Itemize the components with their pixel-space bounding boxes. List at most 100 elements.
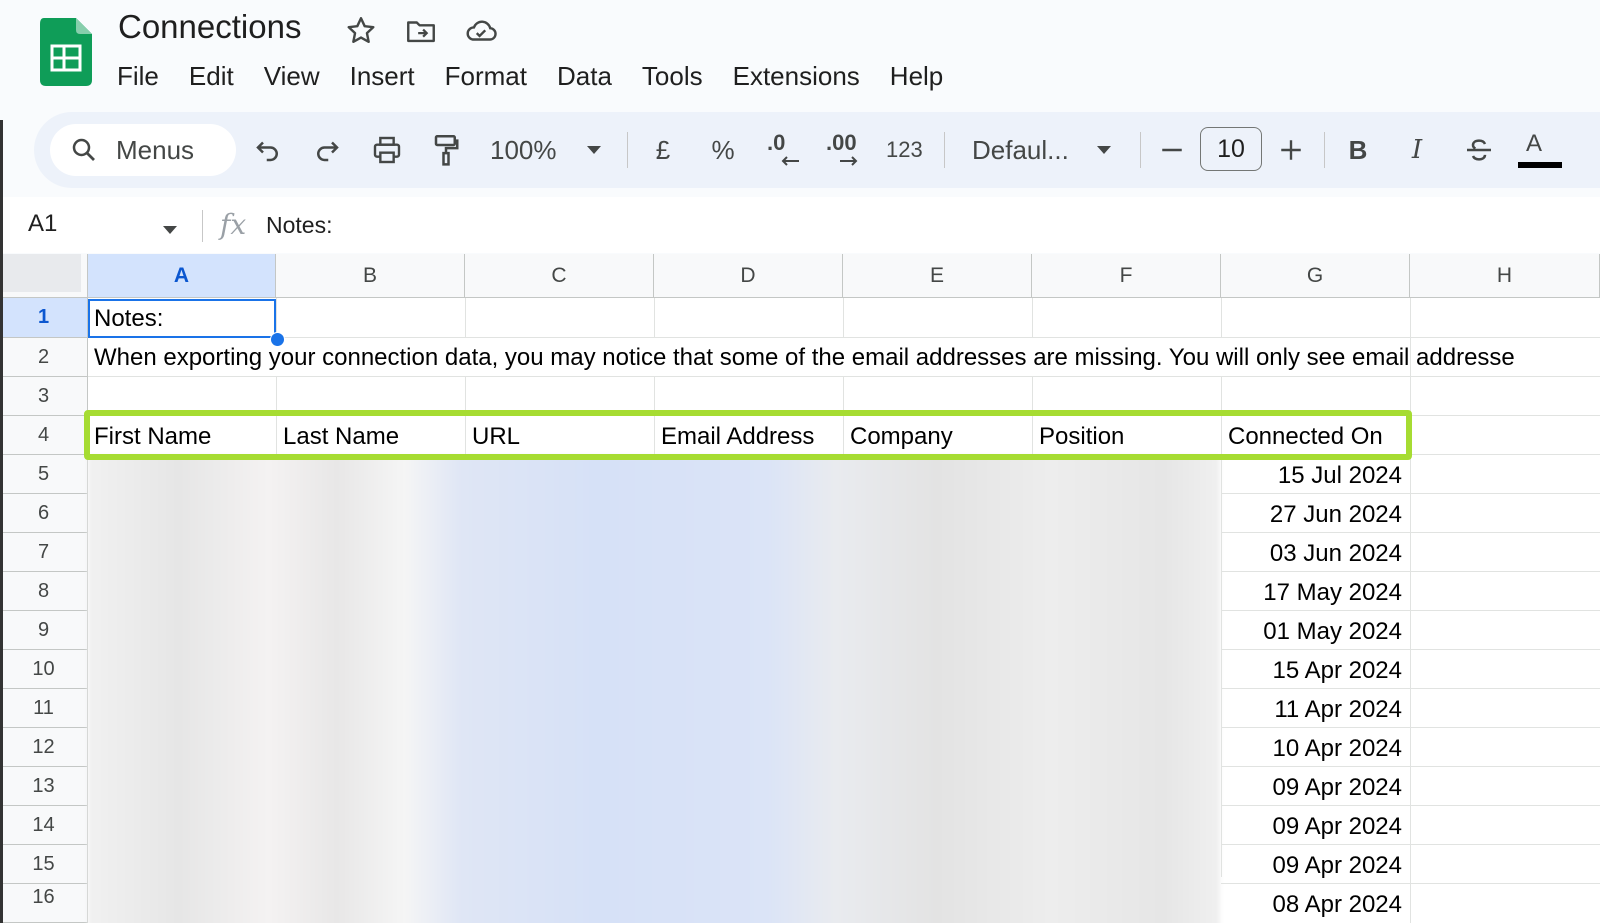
undo-icon[interactable] <box>250 132 286 168</box>
fx-icon: fx <box>220 208 247 241</box>
minus-icon[interactable] <box>1156 134 1188 166</box>
menus-search[interactable]: Menus <box>50 124 236 176</box>
document-title[interactable]: Connections <box>118 8 301 46</box>
font-dropdown-icon[interactable] <box>1094 140 1114 160</box>
header-row-highlight <box>84 410 1412 460</box>
sheets-logo[interactable] <box>40 18 92 86</box>
font-size-input[interactable]: 10 <box>1200 127 1262 171</box>
row-header-8[interactable]: 8 <box>0 572 88 611</box>
toolbar-separator <box>1140 132 1141 168</box>
cloud-saved-icon[interactable] <box>462 14 497 48</box>
menu-help[interactable]: Help <box>875 57 958 96</box>
increase-decimal-button[interactable]: .00 <box>824 128 864 172</box>
column-header-a[interactable]: A <box>88 254 276 298</box>
connected-on-cell[interactable]: 15 Apr 2024 <box>1222 651 1402 690</box>
connected-on-cell[interactable]: 17 May 2024 <box>1222 573 1402 612</box>
zoom-select[interactable]: 100% <box>490 130 557 170</box>
menu-insert[interactable]: Insert <box>335 57 430 96</box>
blurred-connection-data <box>88 456 1220 923</box>
column-header-e[interactable]: E <box>843 254 1032 298</box>
more-formats-button[interactable]: 123 <box>886 130 923 170</box>
formula-input[interactable]: Notes: <box>266 212 332 239</box>
text-color-button[interactable]: A <box>1516 126 1562 172</box>
row-header-6[interactable]: 6 <box>0 494 88 533</box>
arrow-right-icon <box>840 156 858 166</box>
row-header-9[interactable]: 9 <box>0 611 88 650</box>
font-select[interactable]: Defaul... <box>972 130 1069 170</box>
grid-line <box>654 298 655 338</box>
row-header-4[interactable]: 4 <box>0 416 88 455</box>
row-header-14[interactable]: 14 <box>0 806 88 845</box>
menu-view[interactable]: View <box>249 57 335 96</box>
column-header-g[interactable]: G <box>1221 254 1410 298</box>
grid-line <box>1221 298 1222 338</box>
bold-button[interactable]: B <box>1345 130 1371 170</box>
column-header-c[interactable]: C <box>465 254 654 298</box>
menu-data[interactable]: Data <box>542 57 627 96</box>
window-edge <box>0 120 3 923</box>
menu-extensions[interactable]: Extensions <box>718 57 875 96</box>
toolbar-separator <box>1324 132 1325 168</box>
connected-on-cell[interactable]: 15 Jul 2024 <box>1222 456 1402 495</box>
connected-on-cell[interactable]: 10 Apr 2024 <box>1222 729 1402 768</box>
connected-on-cell[interactable]: 01 May 2024 <box>1222 612 1402 651</box>
zoom-dropdown-icon[interactable] <box>584 140 604 160</box>
redo-icon[interactable] <box>309 132 345 168</box>
connected-on-cell[interactable]: 09 Apr 2024 <box>1222 807 1402 846</box>
column-header-d[interactable]: D <box>654 254 843 298</box>
menu-tools[interactable]: Tools <box>627 57 718 96</box>
grid-line <box>1410 298 1411 923</box>
menu-edit[interactable]: Edit <box>174 57 249 96</box>
print-icon[interactable] <box>369 132 405 168</box>
connected-on-cell[interactable]: 08 Apr 2024 <box>1222 885 1402 923</box>
text-color-swatch <box>1518 162 1562 168</box>
cell-a2[interactable]: When exporting your connection data, you… <box>94 338 1515 377</box>
toolbar-separator <box>627 132 628 168</box>
row-header-3[interactable]: 3 <box>0 377 88 416</box>
row-header-1[interactable]: 1 <box>0 298 88 338</box>
move-to-folder-icon[interactable] <box>404 14 438 48</box>
menu-format[interactable]: Format <box>430 57 542 96</box>
name-box[interactable]: A1 <box>28 210 57 238</box>
active-cell-selection <box>88 299 276 338</box>
menu-file[interactable]: File <box>102 57 174 96</box>
grid-line <box>1032 298 1033 338</box>
italic-button[interactable]: I <box>1404 130 1430 170</box>
name-box-dropdown-icon[interactable] <box>162 222 178 240</box>
row-header-16[interactable]: 16 <box>0 884 88 923</box>
arrow-left-icon <box>781 156 799 166</box>
column-header-b[interactable]: B <box>276 254 465 298</box>
row-header-7[interactable]: 7 <box>0 533 88 572</box>
grid-line <box>843 298 844 338</box>
column-header-h[interactable]: H <box>1410 254 1600 298</box>
menus-search-label: Menus <box>116 135 195 165</box>
fill-handle[interactable] <box>270 332 285 347</box>
connected-on-cell[interactable]: 09 Apr 2024 <box>1222 846 1402 885</box>
decrease-decimal-button[interactable]: .0 <box>765 128 801 172</box>
menu-bar: File Edit View Insert Format Data Tools … <box>102 56 958 96</box>
grid-line <box>465 298 466 338</box>
connected-on-cell[interactable]: 27 Jun 2024 <box>1222 495 1402 534</box>
plus-icon[interactable] <box>1275 134 1307 166</box>
currency-format-button[interactable]: £ <box>652 130 674 170</box>
row-header-15[interactable]: 15 <box>0 845 88 884</box>
row-header-10[interactable]: 10 <box>0 650 88 689</box>
column-header-f[interactable]: F <box>1032 254 1221 298</box>
text-color-icon: A <box>1526 130 1543 157</box>
row-header-11[interactable]: 11 <box>0 689 88 728</box>
star-icon[interactable] <box>344 14 378 48</box>
row-header-12[interactable]: 12 <box>0 728 88 767</box>
connected-on-cell[interactable]: 11 Apr 2024 <box>1222 690 1402 729</box>
strikethrough-icon[interactable] <box>1461 132 1497 168</box>
decrease-decimal-label: .0 <box>767 130 786 155</box>
formula-bar-separator <box>202 210 203 242</box>
select-all-corner[interactable] <box>0 254 88 298</box>
paint-format-icon[interactable] <box>428 130 464 170</box>
connected-on-cell[interactable]: 09 Apr 2024 <box>1222 768 1402 807</box>
row-header-2[interactable]: 2 <box>0 338 88 377</box>
spreadsheet-grid[interactable]: A B C D E F G H 1 2 3 4 5 6 7 8 9 10 11 … <box>0 254 1600 923</box>
percent-format-button[interactable]: % <box>710 130 736 170</box>
row-header-5[interactable]: 5 <box>0 455 88 494</box>
row-header-13[interactable]: 13 <box>0 767 88 806</box>
connected-on-cell[interactable]: 03 Jun 2024 <box>1222 534 1402 573</box>
